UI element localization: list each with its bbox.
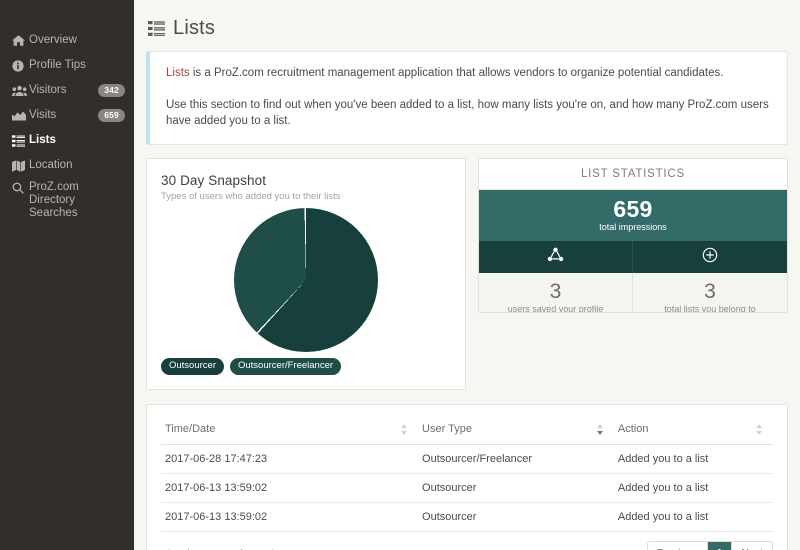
stats-icon-row — [479, 241, 787, 273]
cell-user-type: Outsourcer — [418, 502, 614, 532]
lists-table: Time/Date User Type Action 2017-06-28 17… — [161, 415, 773, 532]
sidebar-item-proz-directory-searches[interactable]: ProZ.com Directory Searches — [0, 178, 134, 219]
sidebar-item-label: Overview — [29, 34, 77, 46]
total-impressions-value: 659 — [613, 196, 653, 222]
sidebar-item-profile-tips[interactable]: Profile Tips — [0, 53, 134, 78]
cell-time-date: 2017-06-28 17:47:23 — [161, 444, 419, 474]
page-title-text: Lists — [173, 17, 216, 39]
sort-icon[interactable] — [755, 423, 763, 435]
area-chart-icon — [12, 110, 29, 121]
total-impressions-label: total impressions — [599, 222, 667, 232]
lists-table-panel: Time/Date User Type Action 2017-06-28 17… — [146, 404, 788, 550]
legend-chip[interactable]: Outsourcer/Freelancer — [230, 358, 342, 375]
snapshot-title: 30 Day Snapshot — [161, 173, 267, 188]
stat-label: total lists you belong to — [664, 304, 756, 313]
sidebar-badge-visitors: 342 — [98, 84, 125, 97]
list-icon — [148, 21, 165, 36]
page-title: Lists — [134, 0, 800, 40]
sidebar-item-label: Profile Tips — [29, 59, 86, 71]
cell-action: Added you to a list — [613, 502, 773, 532]
sidebar: Overview Profile Tips Visitors 342 Visit… — [0, 0, 140, 550]
column-label: Action — [617, 423, 649, 435]
stat-users-saved-profile: 3 users saved your profile — [479, 273, 633, 313]
stat-value: 3 — [704, 280, 716, 303]
cell-action: Added you to a list — [613, 444, 773, 474]
cell-user-type: Outsourcer/Freelancer — [418, 444, 614, 474]
main-content: Lists Lists is a ProZ.com recruitment ma… — [134, 0, 800, 550]
list-statistics-panel: LIST STATISTICS 659 total impressions 3 … — [478, 158, 788, 313]
sidebar-item-label: ProZ.com Directory Searches — [29, 181, 79, 219]
table-footer: Showing 1 to 3 of 3 entries Previous 1 N… — [161, 541, 773, 550]
pagination-previous[interactable]: Previous — [647, 542, 708, 550]
cell-time-date: 2017-06-13 13:59:02 — [161, 473, 419, 503]
sidebar-item-location[interactable]: Location — [0, 153, 134, 178]
sidebar-item-visits[interactable]: Visits 659 — [0, 103, 134, 128]
table-body: 2017-06-28 17:47:23 Outsourcer/Freelance… — [161, 444, 773, 532]
sort-icon[interactable] — [400, 423, 408, 435]
column-header-user-type[interactable]: User Type — [418, 415, 614, 445]
pagination-next[interactable]: Next — [732, 542, 772, 550]
lists-link[interactable]: Lists — [166, 67, 190, 79]
map-icon — [12, 159, 29, 172]
sitemap-icon — [547, 247, 564, 266]
stat-total-lists: 3 total lists you belong to — [633, 273, 787, 313]
sidebar-item-lists[interactable]: Lists — [0, 128, 140, 153]
cell-time-date: 2017-06-13 13:59:02 — [161, 502, 419, 532]
table-header-row: Time/Date User Type Action — [161, 415, 773, 445]
plus-circle-icon — [702, 247, 718, 267]
column-header-time-date[interactable]: Time/Date — [161, 415, 419, 445]
sitemap-icon-cell — [479, 241, 633, 273]
snapshot-panel: 30 Day Snapshot Types of users who added… — [146, 158, 466, 390]
pagination-page-1[interactable]: 1 — [707, 542, 733, 550]
table-row[interactable]: 2017-06-13 13:59:02 Outsourcer Added you… — [161, 502, 773, 532]
pie-chart — [234, 208, 378, 352]
sidebar-item-label: Visits — [29, 109, 57, 121]
info-alert: Lists is a ProZ.com recruitment manageme… — [146, 51, 788, 145]
info-circle-icon — [12, 59, 29, 72]
pagination: Previous 1 Next — [646, 541, 773, 550]
stat-value: 3 — [549, 280, 562, 303]
alert-line-1: Lists is a ProZ.com recruitment manageme… — [166, 65, 771, 81]
table-head: Time/Date User Type Action — [161, 415, 773, 445]
table-row[interactable]: 2017-06-28 17:47:23 Outsourcer/Freelance… — [161, 444, 773, 474]
chart-legend: Outsourcer Outsourcer/Freelancer — [161, 358, 342, 375]
sidebar-item-visitors[interactable]: Visitors 342 — [0, 78, 134, 103]
column-label: User Type — [422, 423, 472, 435]
sidebar-badge-visits: 659 — [98, 109, 125, 122]
panel-row: 30 Day Snapshot Types of users who added… — [146, 158, 788, 390]
column-header-action[interactable]: Action — [613, 415, 773, 445]
search-icon — [12, 181, 29, 194]
snapshot-subtitle: Types of users who added you to their li… — [161, 191, 341, 202]
sidebar-item-label: Lists — [29, 134, 56, 146]
home-icon — [12, 34, 29, 47]
sidebar-item-label: Location — [29, 159, 73, 171]
alert-line-1-rest: is a ProZ.com recruitment management app… — [189, 67, 724, 79]
stats-hero: 659 total impressions — [479, 190, 787, 241]
column-label: Time/Date — [165, 423, 216, 435]
cell-user-type: Outsourcer — [418, 473, 614, 503]
sidebar-item-label: Visitors — [29, 84, 67, 96]
legend-chip[interactable]: Outsourcer — [161, 358, 224, 375]
stat-label: users saved your profile — [507, 304, 604, 313]
list-icon — [12, 134, 29, 147]
sort-icon-active[interactable] — [596, 423, 604, 435]
pie-chart-wrap — [161, 208, 451, 352]
cell-action: Added you to a list — [613, 473, 773, 503]
stats-heading: LIST STATISTICS — [479, 159, 787, 190]
app-root: Overview Profile Tips Visitors 342 Visit… — [0, 0, 800, 550]
sidebar-item-overview[interactable]: Overview — [0, 28, 134, 53]
plus-circle-icon-cell — [633, 241, 787, 273]
users-icon — [12, 85, 29, 97]
alert-line-2: Use this section to find out when you've… — [166, 99, 769, 127]
stats-number-row: 3 users saved your profile 3 total lists… — [479, 273, 787, 313]
table-row[interactable]: 2017-06-13 13:59:02 Outsourcer Added you… — [161, 473, 773, 503]
